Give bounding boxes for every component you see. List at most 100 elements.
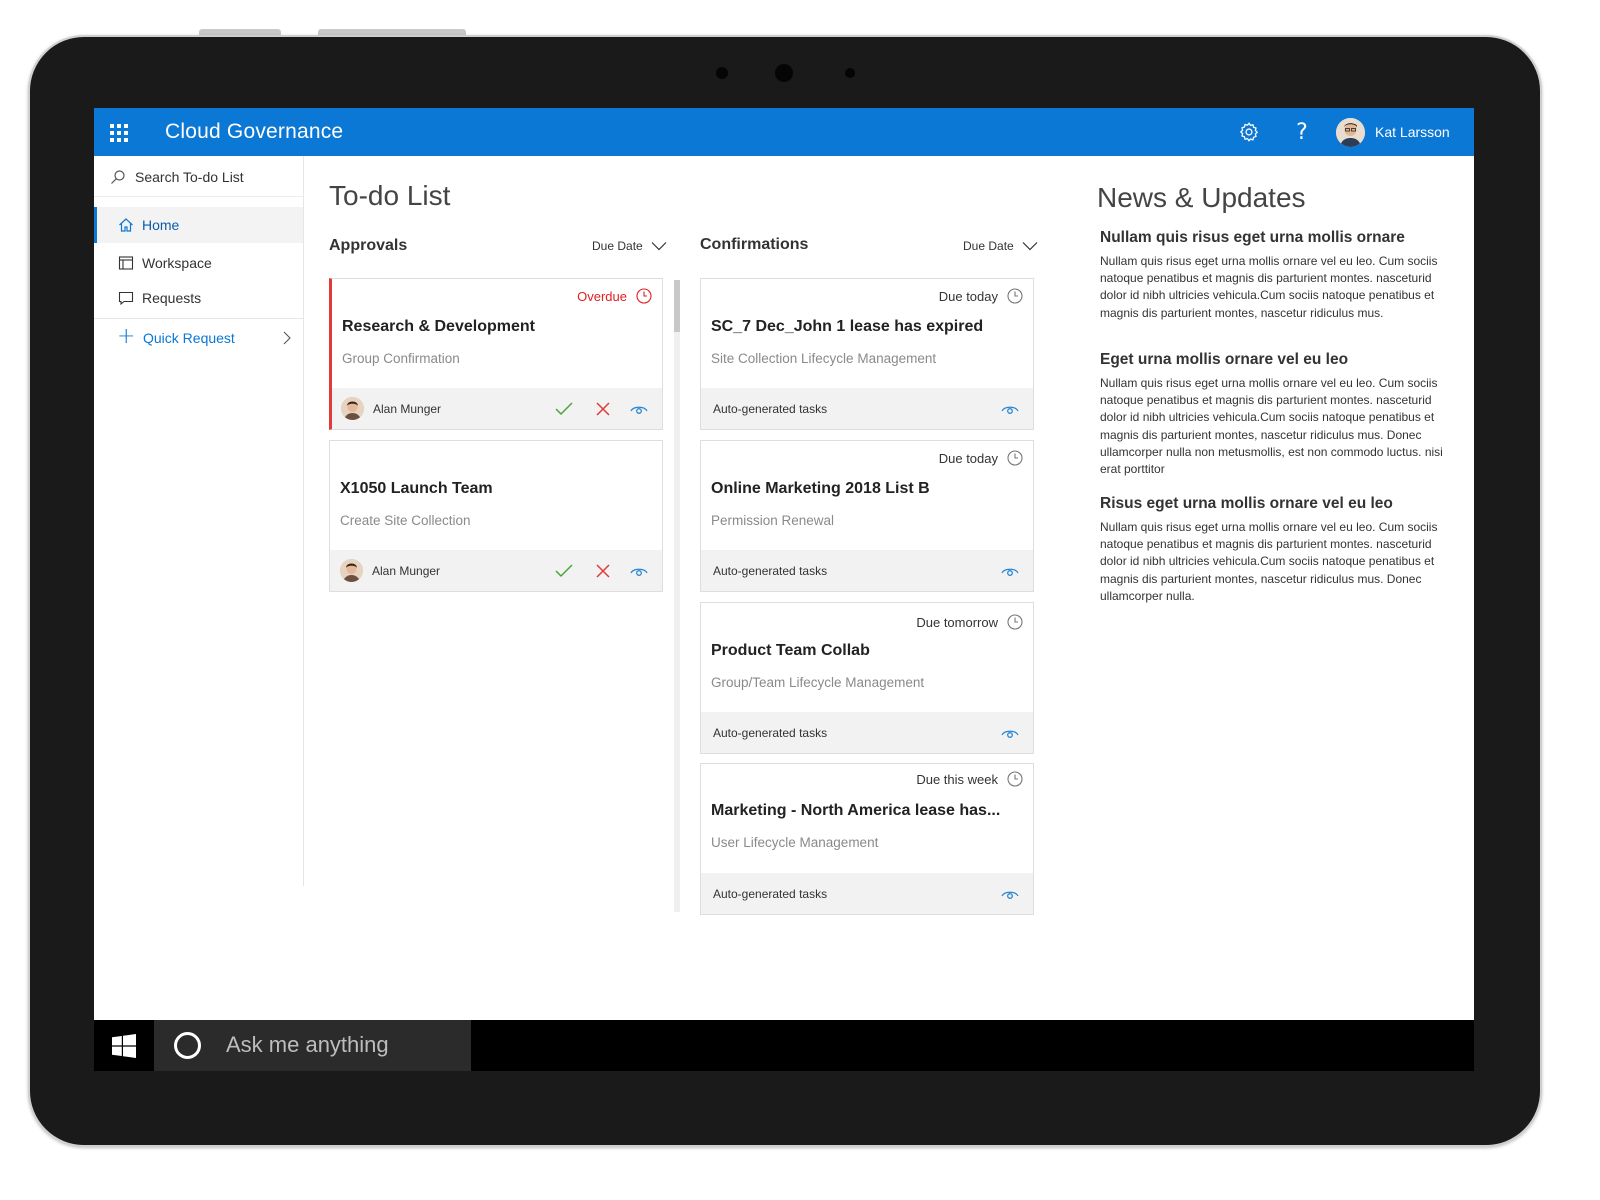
view-button[interactable] (1000, 884, 1020, 904)
user-avatar[interactable] (1336, 118, 1365, 147)
confirmations-sort-dropdown[interactable]: Due Date (963, 239, 1038, 253)
eye-icon (1001, 891, 1019, 899)
eye-icon (630, 568, 648, 576)
reject-button[interactable] (593, 399, 613, 419)
view-button[interactable] (1000, 723, 1020, 743)
news-heading[interactable]: Risus eget urna mollis ornare vel eu leo (1100, 495, 1445, 513)
sidebar-item-home[interactable]: Home (94, 207, 303, 243)
avatar (340, 559, 363, 582)
reject-button[interactable] (593, 561, 613, 581)
due-status-text: Overdue (577, 288, 627, 304)
due-status: Overdue (577, 288, 652, 304)
cortana-search-placeholder: Ask me anything (226, 1032, 389, 1057)
eye-icon (1001, 406, 1019, 414)
confirmation-card[interactable]: Due today SC_7 Dec_John 1 lease has expi… (700, 278, 1034, 430)
approval-card[interactable]: Overdue Research & Development Group Con… (329, 278, 663, 430)
card-subtitle: Group Confirmation (342, 351, 460, 366)
card-subtitle: User Lifecycle Management (711, 835, 879, 850)
checkmark-icon (555, 402, 573, 416)
app-launcher-icon[interactable] (110, 124, 128, 142)
card-footer-text: Auto-generated tasks (713, 887, 828, 901)
card-footer-text: Auto-generated tasks (713, 402, 828, 416)
news-item: Nullam quis risus eget urna mollis ornar… (1100, 229, 1445, 322)
app-title: Cloud Governance (165, 120, 344, 143)
app-screen: Cloud Governance ? Kat Larsson Search To… (94, 108, 1474, 1071)
news-body: Nullam quis risus eget urna mollis ornar… (1100, 376, 1443, 477)
confirmations-title: Confirmations (700, 236, 809, 253)
sidebar-search (94, 156, 304, 197)
search-input[interactable] (135, 166, 295, 188)
assignee-name: Alan Munger (372, 564, 441, 578)
card-footer: Auto-generated tasks (701, 873, 1033, 914)
sidebar-item-label: Requests (142, 290, 202, 306)
card-title: Online Marketing 2018 List B (711, 480, 930, 497)
camera-icon (775, 64, 793, 82)
settings-gear-icon[interactable] (1237, 120, 1261, 144)
card-footer: Alan Munger (330, 550, 662, 591)
cortana-icon (174, 1032, 201, 1059)
avatar (341, 397, 364, 420)
card-subtitle: Site Collection Lifecycle Management (711, 351, 937, 366)
sidebar-item-requests[interactable]: Requests (94, 280, 303, 316)
confirmation-card[interactable]: Due this week Marketing - North America … (700, 763, 1034, 915)
approvals-title: Approvals (329, 237, 408, 254)
news-body: Nullam quis risus eget urna mollis ornar… (1100, 520, 1438, 603)
card-subtitle: Create Site Collection (340, 513, 471, 528)
news-title: News & Updates (1097, 182, 1306, 213)
due-status-text: Due today (938, 450, 998, 466)
due-status-text: Due this week (916, 771, 998, 787)
sidebar-item-label: Home (142, 217, 180, 233)
sidebar-item-label: Workspace (142, 255, 212, 271)
scrollbar-track[interactable] (674, 280, 680, 912)
sensor-icon (716, 67, 728, 79)
due-status: Due tomorrow (916, 614, 1023, 630)
checkmark-icon (555, 564, 573, 578)
sidebar-item-workspace[interactable]: Workspace (94, 245, 303, 281)
divider (94, 318, 304, 319)
approval-card[interactable]: X1050 Launch Team Create Site Collection… (329, 440, 663, 592)
scrollbar-thumb[interactable] (674, 280, 680, 332)
card-footer: Auto-generated tasks (701, 550, 1033, 591)
approvals-sort-dropdown[interactable]: Due Date (592, 239, 667, 253)
clock-icon (1007, 288, 1023, 304)
view-button[interactable] (1000, 399, 1020, 419)
requests-icon (118, 291, 134, 306)
card-title: Product Team Collab (711, 642, 870, 659)
view-button[interactable] (629, 399, 649, 419)
approve-button[interactable] (554, 561, 574, 581)
news-heading[interactable]: Eget urna mollis ornare vel eu leo (1100, 351, 1445, 369)
news-heading[interactable]: Nullam quis risus eget urna mollis ornar… (1100, 229, 1445, 247)
quick-request-button[interactable]: + Quick Request (94, 320, 303, 356)
due-status: Due today (939, 450, 1023, 466)
card-footer: Alan Munger (332, 388, 662, 429)
card-title: SC_7 Dec_John 1 lease has expired (711, 318, 984, 335)
due-status: Due this week (916, 771, 1023, 787)
confirmation-card[interactable]: Due tomorrow Product Team Collab Group/T… (700, 602, 1034, 754)
view-button[interactable] (629, 561, 649, 581)
news-body: Nullam quis risus eget urna mollis ornar… (1100, 254, 1438, 320)
news-item: Risus eget urna mollis ornare vel eu leo… (1100, 495, 1445, 605)
card-footer: Auto-generated tasks (701, 388, 1033, 429)
due-status-text: Due today (938, 288, 998, 304)
taskbar: Ask me anything (94, 1020, 1474, 1071)
confirmation-card[interactable]: Due today Online Marketing 2018 List B P… (700, 440, 1034, 592)
start-button[interactable] (94, 1020, 154, 1071)
close-icon (596, 402, 610, 416)
eye-icon (630, 406, 648, 414)
search-icon (111, 170, 125, 184)
card-title: Research & Development (342, 318, 535, 335)
cortana-search-box[interactable]: Ask me anything (154, 1020, 471, 1071)
card-subtitle: Group/Team Lifecycle Management (711, 675, 925, 690)
assignee-name: Alan Munger (373, 402, 442, 416)
approve-button[interactable] (554, 399, 574, 419)
sort-label: Due Date (963, 239, 1014, 253)
help-icon[interactable]: ? (1290, 120, 1314, 145)
clock-icon (636, 288, 652, 304)
clock-icon (1007, 614, 1023, 630)
top-bar: Cloud Governance ? Kat Larsson (94, 108, 1474, 156)
user-name[interactable]: Kat Larsson (1375, 124, 1450, 140)
view-button[interactable] (1000, 561, 1020, 581)
windows-logo-icon (112, 1033, 136, 1058)
chevron-down-icon (651, 242, 667, 251)
card-footer-text: Auto-generated tasks (713, 726, 828, 740)
